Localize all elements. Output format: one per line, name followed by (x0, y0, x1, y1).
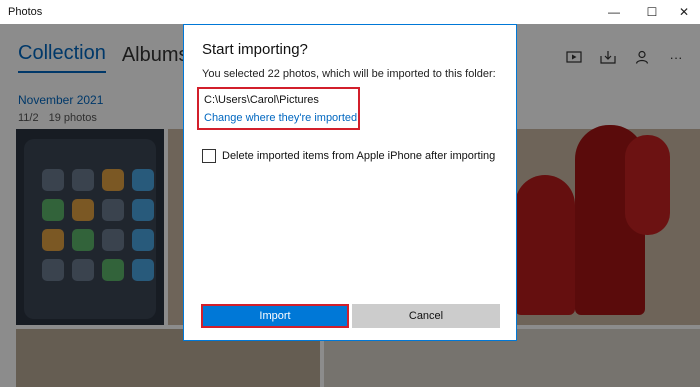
delete-after-import-option[interactable]: Delete imported items from Apple iPhone … (202, 149, 495, 163)
import-dialog: Start importing? You selected 22 photos,… (183, 24, 517, 341)
dialog-title: Start importing? (202, 41, 308, 58)
maximize-button[interactable]: ☐ (636, 0, 668, 24)
destination-path: C:\Users\Carol\Pictures (204, 94, 319, 106)
import-button[interactable]: Import (201, 304, 349, 328)
cancel-button[interactable]: Cancel (352, 304, 500, 328)
destination-highlight: C:\Users\Carol\Pictures Change where the… (197, 87, 360, 130)
minimize-button[interactable]: — (598, 0, 630, 24)
change-location-link[interactable]: Change where they're imported (204, 112, 357, 124)
window-title: Photos (8, 6, 43, 18)
delete-after-import-label[interactable]: Delete imported items from Apple iPhone … (222, 150, 495, 162)
dialog-subtitle: You selected 22 photos, which will be im… (202, 68, 496, 80)
close-button[interactable]: ✕ (668, 0, 700, 24)
title-bar: Photos — ☐ ✕ (0, 0, 700, 24)
delete-after-import-checkbox[interactable] (202, 149, 216, 163)
